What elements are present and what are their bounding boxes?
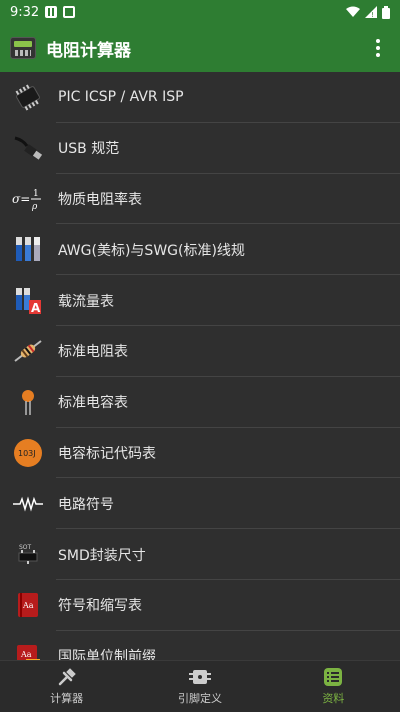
list-item-resistivity[interactable]: σ= 1 ρ 物质电阻率表 xyxy=(0,174,400,225)
svg-text:ρ: ρ xyxy=(31,202,38,212)
nav-calculator[interactable]: 计算器 xyxy=(0,661,133,712)
calculator-tools-icon xyxy=(58,668,76,686)
list-item-label: 符号和缩写表 xyxy=(58,598,142,615)
nav-label: 引脚定义 xyxy=(177,692,222,705)
svg-text:Aa: Aa xyxy=(22,601,34,610)
svg-text:1: 1 xyxy=(33,189,39,199)
app-title: 电阻计算器 xyxy=(46,40,131,61)
clock: 9:32 xyxy=(10,4,40,20)
list-item-label: SMD封装尺寸 xyxy=(58,547,146,564)
circuit-symbol-icon xyxy=(0,479,56,529)
svg-text:Aa: Aa xyxy=(20,650,32,659)
list-item-smd[interactable]: SOT SMD封装尺寸 xyxy=(0,529,400,580)
list-item-label: 载流量表 xyxy=(58,293,114,310)
status-bar: 9:32 ! xyxy=(0,0,400,24)
svg-text:SOT: SOT xyxy=(19,544,32,551)
list-item-ampacity[interactable]: A 载流量表 xyxy=(0,275,400,326)
battery-icon xyxy=(382,5,390,19)
bottom-navigation: 计算器 引脚定义 资料 xyxy=(0,660,400,712)
list-item-label: 国际单位制前缀 xyxy=(58,649,156,660)
nav-label: 资料 xyxy=(322,692,345,705)
ampacity-icon: A xyxy=(0,276,56,326)
capacitor-code-icon: 103J xyxy=(0,428,56,478)
resistor-icon xyxy=(0,326,56,376)
capacitor-icon xyxy=(0,377,56,427)
list-item-pic-icsp[interactable]: PIC ICSP / AVR ISP xyxy=(0,72,400,123)
list-item-label: USB 规范 xyxy=(58,141,120,158)
svg-text:!: ! xyxy=(371,11,374,18)
notification-box-icon xyxy=(63,6,76,18)
list-item-resistor[interactable]: 标准电阻表 xyxy=(0,326,400,377)
si-prefix-book-icon: AaSI xyxy=(0,631,56,660)
pinout-icon xyxy=(188,670,211,684)
list-item-si-prefix[interactable]: AaSI 国际单位制前缀 xyxy=(0,631,400,660)
app-logo-icon xyxy=(10,37,36,59)
list-item-symbols[interactable]: Aa 符号和缩写表 xyxy=(0,580,400,631)
list-item-label: 物质电阻率表 xyxy=(58,191,142,208)
reference-list-icon xyxy=(324,668,343,686)
app-notification-icon xyxy=(45,6,58,18)
signal-icon: ! xyxy=(365,6,377,18)
wifi-icon xyxy=(346,6,360,17)
wire-gauge-icon xyxy=(0,225,56,275)
overflow-menu-icon[interactable] xyxy=(366,36,390,60)
list-item-capacitor[interactable]: 标准电容表 xyxy=(0,377,400,428)
list-item-circuit-symbol[interactable]: 电路符号 xyxy=(0,478,400,529)
nav-reference[interactable]: 资料 xyxy=(267,661,400,712)
list-item-label: 标准电容表 xyxy=(58,395,128,412)
usb-cable-icon xyxy=(0,123,56,173)
app-bar: 电阻计算器 xyxy=(0,24,400,72)
svg-text:σ=: σ= xyxy=(12,192,30,206)
svg-text:A: A xyxy=(31,301,41,315)
reference-list: PIC ICSP / AVR ISP USB 规范 σ= 1 ρ 物质电阻率表 AW… xyxy=(0,72,400,660)
nav-label: 计算器 xyxy=(50,692,84,705)
resistivity-formula-icon: σ= 1 ρ xyxy=(0,174,56,224)
smd-package-icon: SOT xyxy=(0,530,56,580)
list-item-wire-gauge[interactable]: AWG(美标)与SWG(标准)线规 xyxy=(0,224,400,275)
list-item-label: 标准电阻表 xyxy=(58,344,128,361)
list-item-label: AWG(美标)与SWG(标准)线规 xyxy=(58,242,245,259)
list-item-label: PIC ICSP / AVR ISP xyxy=(58,89,184,106)
list-item-label: 电容标记代码表 xyxy=(58,445,156,462)
nav-pinout[interactable]: 引脚定义 xyxy=(133,661,266,712)
list-item-usb[interactable]: USB 规范 xyxy=(0,123,400,174)
list-item-capacitor-code[interactable]: 103J 电容标记代码表 xyxy=(0,428,400,479)
chip-icon xyxy=(0,72,56,122)
book-icon: Aa xyxy=(0,580,56,630)
svg-text:103J: 103J xyxy=(18,449,36,458)
list-item-label: 电路符号 xyxy=(58,496,114,513)
